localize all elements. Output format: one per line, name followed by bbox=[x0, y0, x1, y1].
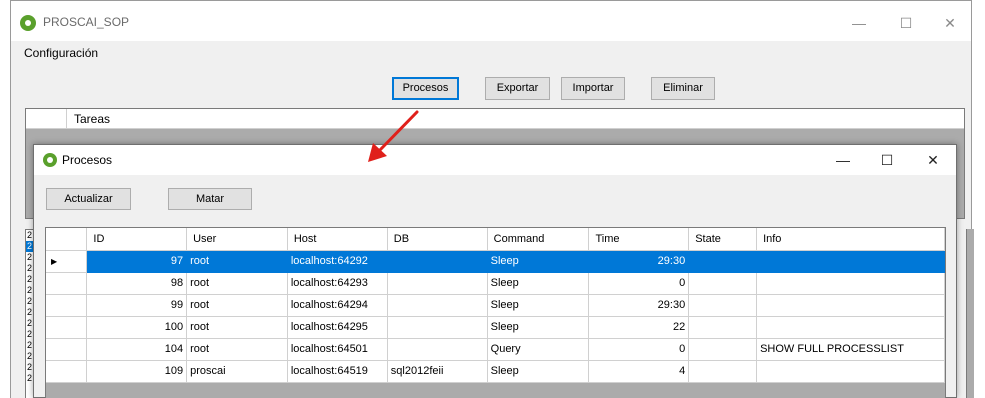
exportar-button[interactable]: Exportar bbox=[485, 77, 550, 100]
cell-state[interactable] bbox=[688, 338, 758, 361]
cell-host[interactable]: localhost:64519 bbox=[287, 360, 388, 383]
main-window-title: PROSCAI_SOP bbox=[43, 15, 130, 29]
column-header-user[interactable]: User bbox=[186, 228, 288, 251]
cell-db[interactable] bbox=[387, 316, 488, 339]
processes-table: ID User Host DB Command Time State Info … bbox=[46, 228, 945, 383]
cell-host[interactable]: localhost:64293 bbox=[287, 272, 388, 295]
cell-info[interactable] bbox=[756, 294, 945, 317]
importar-button[interactable]: Importar bbox=[561, 77, 625, 100]
cell-command[interactable]: Sleep bbox=[487, 360, 590, 383]
menu-bar: Configuración bbox=[11, 41, 971, 65]
dialog-maximize-button[interactable]: ☐ bbox=[864, 148, 910, 172]
cell-state[interactable] bbox=[688, 272, 758, 295]
header-divider bbox=[66, 109, 67, 129]
procesos-dialog: Procesos — ☐ ✕ Actualizar Matar ID User … bbox=[33, 144, 957, 398]
cell-time[interactable]: 4 bbox=[588, 360, 690, 383]
cell-info[interactable] bbox=[756, 272, 945, 295]
cell-info[interactable]: SHOW FULL PROCESSLIST bbox=[756, 338, 945, 361]
cell-info[interactable] bbox=[756, 360, 945, 383]
column-header-state[interactable]: State bbox=[688, 228, 758, 251]
cell-id[interactable]: 98 bbox=[86, 272, 188, 295]
cell-state[interactable] bbox=[688, 316, 758, 339]
cell-info[interactable] bbox=[756, 250, 945, 273]
maximize-button[interactable]: ☐ bbox=[883, 11, 929, 35]
table-row[interactable]: 98 root localhost:64293 Sleep 0 bbox=[46, 272, 945, 295]
row-header[interactable] bbox=[46, 338, 88, 361]
row-header[interactable] bbox=[46, 316, 88, 339]
cell-time[interactable]: 0 bbox=[588, 272, 690, 295]
table-row[interactable]: 99 root localhost:64294 Sleep 29:30 bbox=[46, 294, 945, 317]
processes-grid[interactable]: ID User Host DB Command Time State Info … bbox=[45, 227, 946, 398]
cell-id[interactable]: 97 bbox=[86, 250, 188, 273]
matar-button[interactable]: Matar bbox=[168, 188, 252, 210]
table-header-row: ID User Host DB Command Time State Info bbox=[46, 228, 945, 251]
cell-state[interactable] bbox=[688, 294, 758, 317]
tasks-column-header[interactable]: Tareas bbox=[74, 112, 110, 126]
cell-state[interactable] bbox=[688, 360, 758, 383]
cell-info[interactable] bbox=[756, 316, 945, 339]
close-button[interactable]: ✕ bbox=[927, 11, 973, 35]
cell-user[interactable]: root bbox=[186, 250, 288, 273]
procesos-button[interactable]: Procesos bbox=[392, 77, 459, 100]
eliminar-button[interactable]: Eliminar bbox=[651, 77, 715, 100]
table-row[interactable]: 104 root localhost:64501 Query 0 SHOW FU… bbox=[46, 338, 945, 361]
cell-command[interactable]: Sleep bbox=[487, 272, 590, 295]
row-header[interactable] bbox=[46, 294, 88, 317]
cell-command[interactable]: Sleep bbox=[487, 316, 590, 339]
row-header-corner bbox=[46, 228, 88, 251]
cell-state[interactable] bbox=[688, 250, 758, 273]
menu-configuracion[interactable]: Configuración bbox=[24, 46, 98, 60]
tasks-grid-header: Tareas bbox=[26, 109, 964, 129]
cell-user[interactable]: proscai bbox=[186, 360, 288, 383]
column-header-id[interactable]: ID bbox=[86, 228, 188, 251]
cell-time[interactable]: 0 bbox=[588, 338, 690, 361]
cell-db[interactable] bbox=[387, 338, 488, 361]
cell-id[interactable]: 104 bbox=[86, 338, 188, 361]
table-row[interactable]: ▶ 97 root localhost:64292 Sleep 29:30 bbox=[46, 250, 945, 273]
cell-db[interactable] bbox=[387, 294, 488, 317]
main-titlebar[interactable]: PROSCAI_SOP — ☐ ✕ bbox=[11, 1, 971, 41]
dialog-titlebar[interactable]: Procesos — ☐ ✕ bbox=[34, 145, 956, 175]
cell-user[interactable]: root bbox=[186, 338, 288, 361]
cell-host[interactable]: localhost:64295 bbox=[287, 316, 388, 339]
cell-command[interactable]: Query bbox=[487, 338, 590, 361]
cell-host[interactable]: localhost:64294 bbox=[287, 294, 388, 317]
cell-user[interactable]: root bbox=[186, 294, 288, 317]
app-gear-icon bbox=[20, 15, 36, 31]
cell-command[interactable]: Sleep bbox=[487, 250, 590, 273]
dialog-minimize-button[interactable]: — bbox=[820, 148, 866, 172]
cell-db[interactable] bbox=[387, 250, 488, 273]
cell-db[interactable]: sql2012feii bbox=[387, 360, 488, 383]
column-header-host[interactable]: Host bbox=[287, 228, 388, 251]
column-header-info[interactable]: Info bbox=[756, 228, 945, 251]
cell-id[interactable]: 99 bbox=[86, 294, 188, 317]
cell-host[interactable]: localhost:64501 bbox=[287, 338, 388, 361]
cell-user[interactable]: root bbox=[186, 316, 288, 339]
row-header[interactable] bbox=[46, 272, 88, 295]
cell-id[interactable]: 100 bbox=[86, 316, 188, 339]
cell-id[interactable]: 109 bbox=[86, 360, 188, 383]
cell-user[interactable]: root bbox=[186, 272, 288, 295]
cell-time[interactable]: 29:30 bbox=[588, 294, 690, 317]
cell-command[interactable]: Sleep bbox=[487, 294, 590, 317]
table-row[interactable]: 100 root localhost:64295 Sleep 22 bbox=[46, 316, 945, 339]
cell-time[interactable]: 29:30 bbox=[588, 250, 690, 273]
right-grid-edge bbox=[966, 229, 974, 398]
column-header-time[interactable]: Time bbox=[588, 228, 690, 251]
column-header-command[interactable]: Command bbox=[487, 228, 590, 251]
dialog-title: Procesos bbox=[62, 153, 113, 167]
column-header-db[interactable]: DB bbox=[387, 228, 488, 251]
dialog-gear-icon bbox=[43, 153, 57, 167]
cell-host[interactable]: localhost:64292 bbox=[287, 250, 388, 273]
minimize-button[interactable]: — bbox=[836, 11, 882, 35]
table-row[interactable]: 109 proscai localhost:64519 sql2012feii … bbox=[46, 360, 945, 383]
row-header[interactable] bbox=[46, 360, 88, 383]
actualizar-button[interactable]: Actualizar bbox=[46, 188, 131, 210]
dialog-close-button[interactable]: ✕ bbox=[910, 148, 956, 172]
cell-db[interactable] bbox=[387, 272, 488, 295]
cell-time[interactable]: 22 bbox=[588, 316, 690, 339]
current-row-arrow-icon: ▶ bbox=[46, 250, 88, 273]
